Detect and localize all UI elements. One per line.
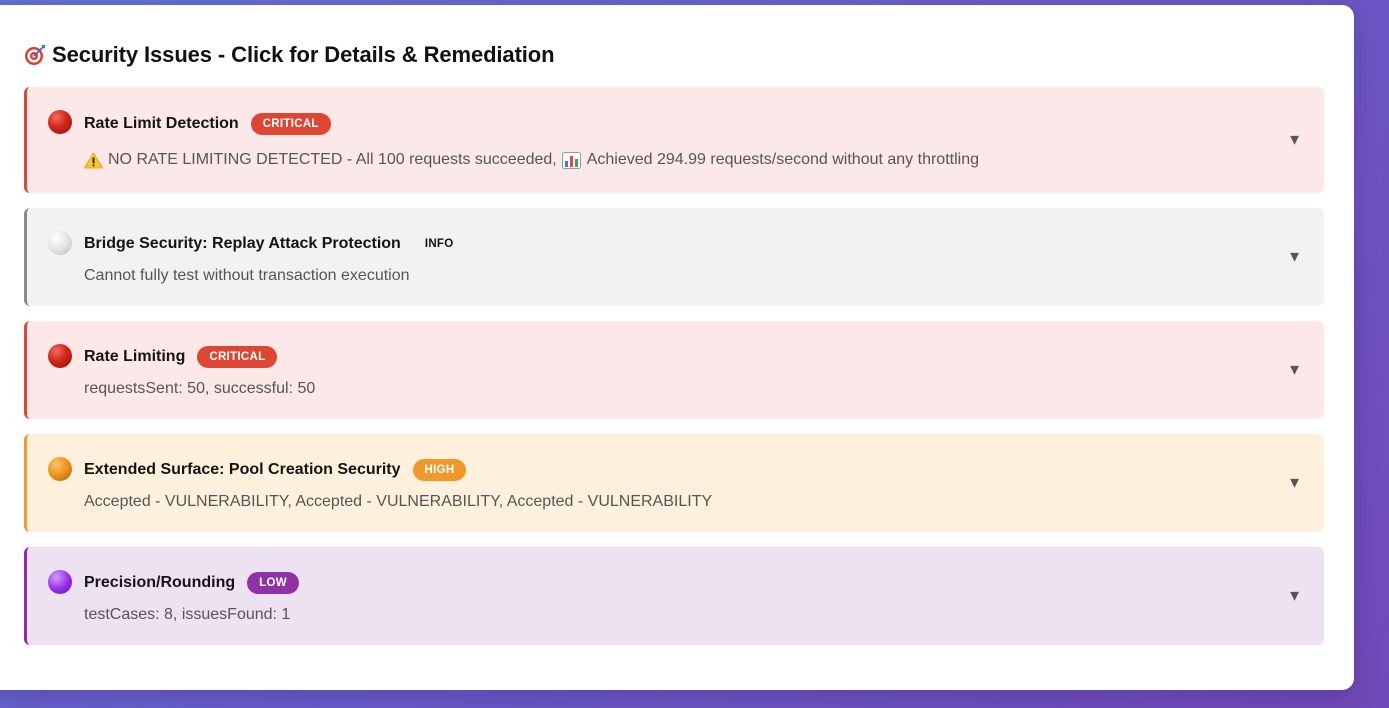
severity-badge: CRITICAL [197,346,278,368]
issue-card-precision-rounding[interactable]: Precision/Rounding LOW testCases: 8, iss… [24,547,1324,645]
issue-header: Extended Surface: Pool Creation Security… [84,457,467,483]
issue-description: NO RATE LIMITING DETECTED - All 100 requ… [83,151,979,169]
issue-description-part-1: NO RATE LIMITING DETECTED - All 100 requ… [108,151,557,168]
issue-header: Precision/Rounding LOW [84,570,299,596]
issue-title: Bridge Security: Replay Attack Protectio… [84,235,401,252]
issue-description-part-2: Achieved 294.99 requests/second without … [586,151,979,168]
red-circle-icon [48,110,72,134]
issues-list: Rate Limit Detection CRITICAL NO RATE LI… [24,87,1324,660]
issue-header: Rate Limiting CRITICAL [84,344,278,370]
severity-badge: LOW [247,572,299,594]
expand-chevron-icon[interactable]: ▼ [1287,589,1302,604]
issue-header: Rate Limit Detection CRITICAL [84,111,331,137]
issue-title: Extended Surface: Pool Creation Security [84,461,401,478]
issue-title: Rate Limit Detection [84,115,239,132]
expand-chevron-icon[interactable]: ▼ [1287,250,1302,265]
issue-description: Accepted - VULNERABILITY, Accepted - VUL… [84,493,713,510]
issue-card-rate-limiting[interactable]: Rate Limiting CRITICAL requestsSent: 50,… [24,321,1324,419]
expand-chevron-icon[interactable]: ▼ [1287,133,1302,148]
issue-title: Precision/Rounding [84,574,236,591]
severity-badge: INFO [424,238,454,250]
expand-chevron-icon[interactable]: ▼ [1287,363,1302,378]
warning-icon [83,151,104,169]
security-issues-panel: Security Issues - Click for Details & Re… [0,5,1354,690]
issue-title: Rate Limiting [84,348,186,365]
issue-description: Cannot fully test without transaction ex… [84,267,410,284]
issue-card-rate-limit-detection[interactable]: Rate Limit Detection CRITICAL NO RATE LI… [24,87,1324,193]
red-circle-icon [48,344,72,368]
issue-card-bridge-security[interactable]: Bridge Security: Replay Attack Protectio… [24,208,1324,306]
issue-description: testCases: 8, issuesFound: 1 [84,606,291,623]
severity-badge: CRITICAL [250,113,331,135]
issue-description: requestsSent: 50, successful: 50 [84,380,316,397]
purple-circle-icon [48,570,72,594]
issue-card-pool-creation-security[interactable]: Extended Surface: Pool Creation Security… [24,434,1324,532]
page-title: Security Issues - Click for Details & Re… [52,42,555,67]
section-heading: Security Issues - Click for Details & Re… [24,39,555,71]
white-circle-icon [48,231,72,255]
issue-header: Bridge Security: Replay Attack Protectio… [84,231,466,257]
severity-badge: HIGH [412,459,467,481]
orange-circle-icon [48,457,72,481]
target-dart-icon [24,44,46,66]
expand-chevron-icon[interactable]: ▼ [1287,476,1302,491]
bar-chart-icon [561,151,581,169]
